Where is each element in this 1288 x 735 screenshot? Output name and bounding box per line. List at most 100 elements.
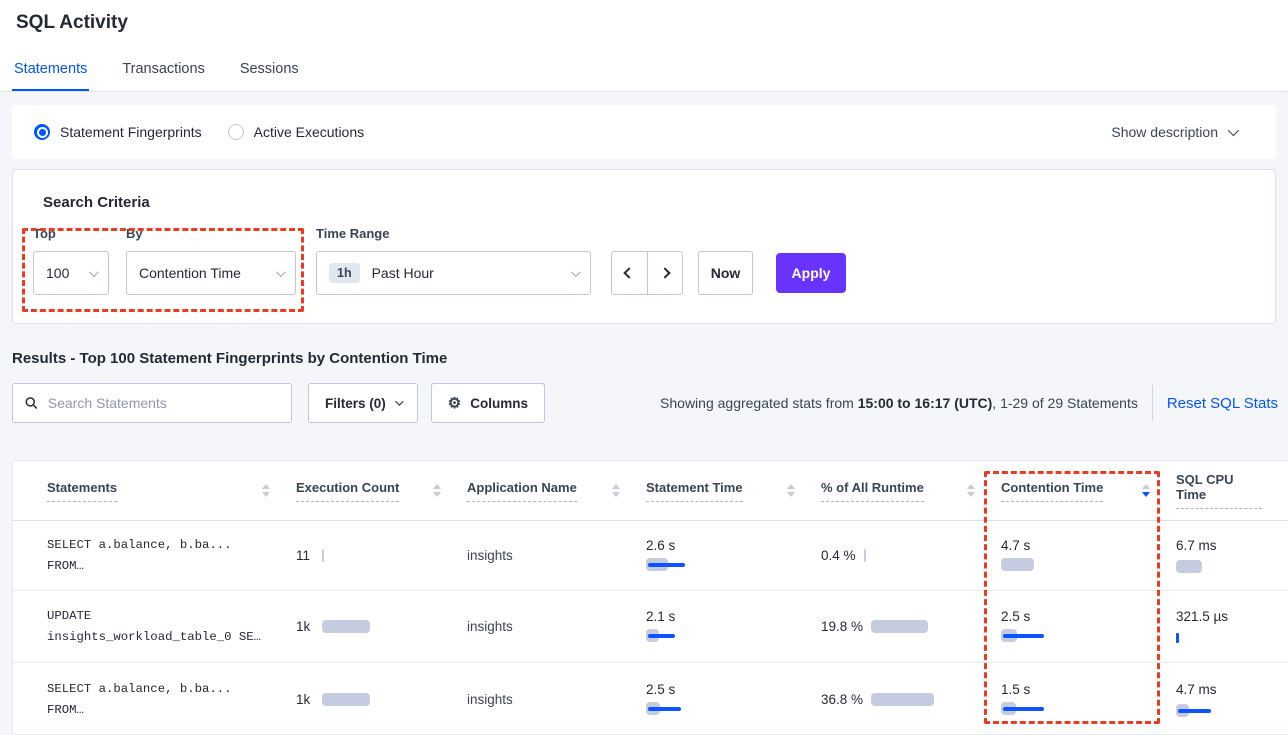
- by-select[interactable]: Contention Time: [126, 251, 296, 295]
- column-header-application-name[interactable]: Application Name: [467, 461, 646, 520]
- radio-statement-fingerprints[interactable]: Statement Fingerprints: [34, 124, 202, 140]
- radio-unselected-icon[interactable]: [228, 124, 244, 140]
- chevron-down-icon: [395, 397, 403, 405]
- sql-cpu-time-bar: [1176, 704, 1211, 717]
- table-row[interactable]: UPDATE insights_workload_table_0 SE… 1k …: [13, 591, 1288, 663]
- radio-active-executions-label: Active Executions: [254, 124, 365, 140]
- contention-time-value: 2.5 s: [1001, 609, 1176, 624]
- column-header-contention-time[interactable]: Contention Time: [1001, 461, 1176, 520]
- sql-cpu-time-bar: [1176, 631, 1181, 644]
- contention-time-value: 4.7 s: [1001, 538, 1176, 553]
- runtime-pct-cell: 19.8 %: [821, 617, 1001, 636]
- chevron-down-icon: [571, 267, 581, 277]
- column-header-statement-time[interactable]: Statement Time: [646, 461, 821, 520]
- column-header-sql-cpu-time[interactable]: SQL CPU Time: [1176, 461, 1288, 520]
- statement-cell[interactable]: UPDATE insights_workload_table_0 SE…: [13, 606, 296, 648]
- runtime-pct-bar: [871, 693, 934, 706]
- statement-cell[interactable]: SELECT a.balance, b.ba... FROM…: [13, 679, 296, 721]
- results-heading: Results - Top 100 Statement Fingerprints…: [12, 350, 1276, 367]
- search-statements-box[interactable]: [12, 383, 292, 423]
- column-header-runtime-pct[interactable]: % of All Runtime: [821, 461, 1001, 520]
- execution-count-bar: [322, 549, 324, 562]
- sql-cpu-time-cell: 321.5 µs: [1176, 607, 1288, 647]
- time-range-value: Past Hour: [372, 265, 434, 281]
- statement-time-cell: 2.5 s: [646, 682, 821, 718]
- reset-sql-stats-link[interactable]: Reset SQL Stats: [1167, 395, 1278, 412]
- execution-count-value: 11: [296, 548, 310, 563]
- sql-cpu-time-value: 4.7 ms: [1176, 680, 1234, 699]
- show-description-toggle[interactable]: Show description: [1111, 124, 1236, 140]
- tab-transactions[interactable]: Transactions: [120, 61, 206, 91]
- apply-button[interactable]: Apply: [776, 253, 846, 293]
- execution-count-bar: [322, 620, 370, 633]
- previous-time-range-button[interactable]: [612, 252, 647, 294]
- sort-icon-active-desc[interactable]: [1142, 484, 1150, 497]
- application-name-cell: insights: [467, 548, 646, 563]
- search-criteria-heading: Search Criteria: [43, 194, 150, 211]
- table-row[interactable]: SELECT a.balance, b.ba... FROM… 1k insig…: [13, 663, 1288, 735]
- now-button[interactable]: Now: [698, 251, 753, 295]
- column-header-execution-count[interactable]: Execution Count: [296, 461, 467, 520]
- tab-bar: Statements Transactions Sessions: [12, 61, 1276, 91]
- radio-selected-icon[interactable]: [34, 124, 50, 140]
- time-range-badge: 1h: [329, 263, 360, 283]
- sort-icon[interactable]: [612, 484, 620, 497]
- next-time-range-button[interactable]: [647, 252, 683, 294]
- sort-icon[interactable]: [262, 484, 270, 497]
- search-criteria-card: Search Criteria Top 100 By Contention Ti…: [12, 169, 1276, 324]
- table-row[interactable]: SELECT a.balance, b.ba... FROM… 11 insig…: [13, 521, 1288, 591]
- results-toolbar: Filters (0) ⚙ Columns Showing aggregated…: [12, 383, 1278, 423]
- stats-summary: Showing aggregated stats from 15:00 to 1…: [660, 395, 1138, 411]
- tab-statements[interactable]: Statements: [12, 61, 89, 91]
- chevron-down-icon: [89, 267, 99, 277]
- statement-cell[interactable]: SELECT a.balance, b.ba... FROM…: [13, 535, 296, 577]
- table-header-row: Statements Execution Count Application N…: [13, 461, 1288, 521]
- column-header-label: Contention Time: [1001, 480, 1103, 502]
- runtime-pct-cell: 0.4 %: [821, 546, 1001, 565]
- columns-button-label: Columns: [470, 396, 528, 411]
- column-header-statements[interactable]: Statements: [13, 461, 296, 520]
- application-name-cell: insights: [467, 692, 646, 707]
- execution-count-bar: [322, 693, 370, 706]
- statement-time-bar: [646, 629, 675, 642]
- sort-icon[interactable]: [433, 484, 441, 497]
- sql-cpu-time-value: 6.7 ms: [1176, 536, 1234, 555]
- sort-icon[interactable]: [967, 484, 975, 497]
- statement-line1: UPDATE: [47, 606, 296, 627]
- time-range-step-group: [611, 251, 683, 295]
- columns-button[interactable]: ⚙ Columns: [431, 383, 545, 423]
- search-statements-input[interactable]: [48, 395, 279, 411]
- sql-cpu-time-cell: 6.7 ms: [1176, 536, 1288, 576]
- contention-time-cell: 4.7 s: [1001, 538, 1176, 574]
- view-toggle-bar: Statement Fingerprints Active Executions…: [12, 105, 1276, 159]
- statement-line2: insights_workload_table_0 SE…: [47, 627, 296, 648]
- statement-time-cell: 2.6 s: [646, 538, 821, 574]
- radio-statement-fingerprints-label: Statement Fingerprints: [60, 124, 202, 140]
- gear-icon: ⚙: [448, 396, 461, 411]
- vertical-divider: [1152, 385, 1153, 421]
- execution-count-value: 1k: [296, 619, 310, 634]
- filters-button[interactable]: Filters (0): [308, 383, 418, 423]
- runtime-pct-bar: [871, 620, 928, 633]
- statement-line2: FROM…: [47, 700, 296, 721]
- stats-summary-suffix: , 1-29 of 29 Statements: [992, 395, 1138, 411]
- sql-cpu-time-cell: 4.7 ms: [1176, 680, 1288, 720]
- column-header-label: Execution Count: [296, 480, 399, 502]
- view-toggle-group: Statement Fingerprints Active Executions: [34, 124, 364, 140]
- statement-time-value: 2.6 s: [646, 538, 821, 553]
- contention-time-bar: [1001, 558, 1034, 571]
- show-description-label: Show description: [1111, 124, 1218, 140]
- column-header-label: SQL CPU Time: [1176, 472, 1262, 509]
- runtime-pct-value: 19.8 %: [821, 617, 863, 636]
- time-range-select[interactable]: 1h Past Hour: [316, 251, 591, 295]
- execution-count-cell: 1k: [296, 619, 467, 634]
- radio-active-executions[interactable]: Active Executions: [228, 124, 365, 140]
- top-select[interactable]: 100: [33, 251, 109, 295]
- application-name-cell: insights: [467, 619, 646, 634]
- runtime-pct-cell: 36.8 %: [821, 690, 1001, 709]
- sort-icon[interactable]: [787, 484, 795, 497]
- toolbar-right: Showing aggregated stats from 15:00 to 1…: [660, 385, 1278, 421]
- tab-sessions[interactable]: Sessions: [238, 61, 301, 91]
- contention-time-bar: [1001, 702, 1044, 715]
- chevron-down-icon: [1228, 125, 1239, 136]
